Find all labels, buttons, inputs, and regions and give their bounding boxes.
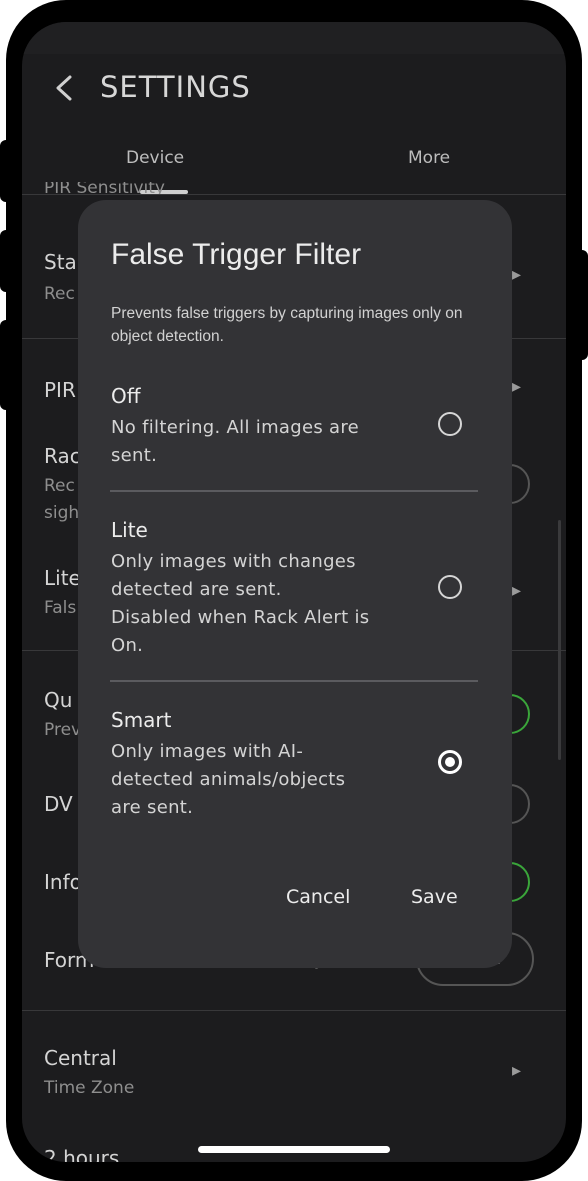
setting-title: PIR [44, 378, 76, 402]
radio-smart-selected[interactable] [438, 750, 462, 774]
option-smart[interactable]: Smart Only images with AI- detected anim… [78, 700, 512, 830]
save-button[interactable]: Save [411, 886, 458, 908]
option-description: Only images with changes detected are se… [111, 551, 370, 656]
volume-down-button [0, 230, 12, 292]
setting-title: Info [44, 870, 82, 894]
back-arrow-icon[interactable] [52, 74, 78, 102]
home-indicator[interactable] [198, 1146, 390, 1153]
option-title: Lite [111, 518, 148, 542]
option-description: Only images with AI- detected animals/ob… [111, 741, 346, 818]
page-title: SETTINGS [100, 70, 251, 104]
setting-title: DV [44, 792, 73, 816]
option-title: Off [111, 384, 141, 408]
status-bar [22, 22, 566, 54]
tab-device[interactable]: Device [126, 148, 184, 168]
dialog-description: Prevents false triggers by capturing ima… [111, 305, 463, 345]
setting-subtitle: Rec [44, 476, 75, 496]
setting-subtitle: Rec [44, 284, 75, 304]
option-title: Smart [111, 708, 172, 732]
setting-subtitle: sigh [44, 503, 80, 523]
option-off[interactable]: Off No filtering. All images are sent. [78, 376, 512, 488]
cancel-button[interactable]: Cancel [286, 886, 350, 908]
timezone-title: Central [44, 1046, 117, 1070]
scrollbar[interactable] [558, 520, 561, 760]
setting-title: Rac [44, 444, 81, 468]
timezone-subtitle: Time Zone [44, 1078, 135, 1098]
chevron-right-icon[interactable]: ▸ [512, 376, 521, 397]
option-divider [110, 490, 478, 492]
option-divider [110, 680, 478, 682]
setting-subtitle: Prev [44, 720, 82, 740]
setting-title: Lite [44, 566, 81, 590]
radio-lite[interactable] [438, 575, 462, 599]
chevron-right-icon[interactable]: ▸ [512, 580, 521, 601]
setting-title: Sta [44, 250, 77, 274]
power-button [576, 250, 588, 360]
chevron-right-icon[interactable]: ▸ [512, 264, 521, 285]
option-lite[interactable]: Lite Only images with changes detected a… [78, 510, 512, 670]
chevron-right-icon[interactable]: ▸ [512, 1060, 521, 1081]
option-description: No filtering. All images are sent. [111, 417, 360, 466]
dialog-title: False Trigger Filter [111, 238, 362, 271]
setting-subtitle: Fals [44, 598, 77, 618]
pir-sensitivity-partial: PIR Sensitivity [44, 182, 165, 194]
side-button-left [0, 320, 12, 410]
false-trigger-filter-dialog: False Trigger Filter Prevents false trig… [78, 200, 512, 968]
setting-title: 2 hours [44, 1146, 120, 1162]
radio-off[interactable] [438, 412, 462, 436]
setting-title: Qu [44, 688, 73, 712]
divider [22, 1010, 566, 1011]
tab-more[interactable]: More [408, 148, 450, 168]
divider [22, 194, 566, 195]
volume-up-button [0, 140, 12, 202]
